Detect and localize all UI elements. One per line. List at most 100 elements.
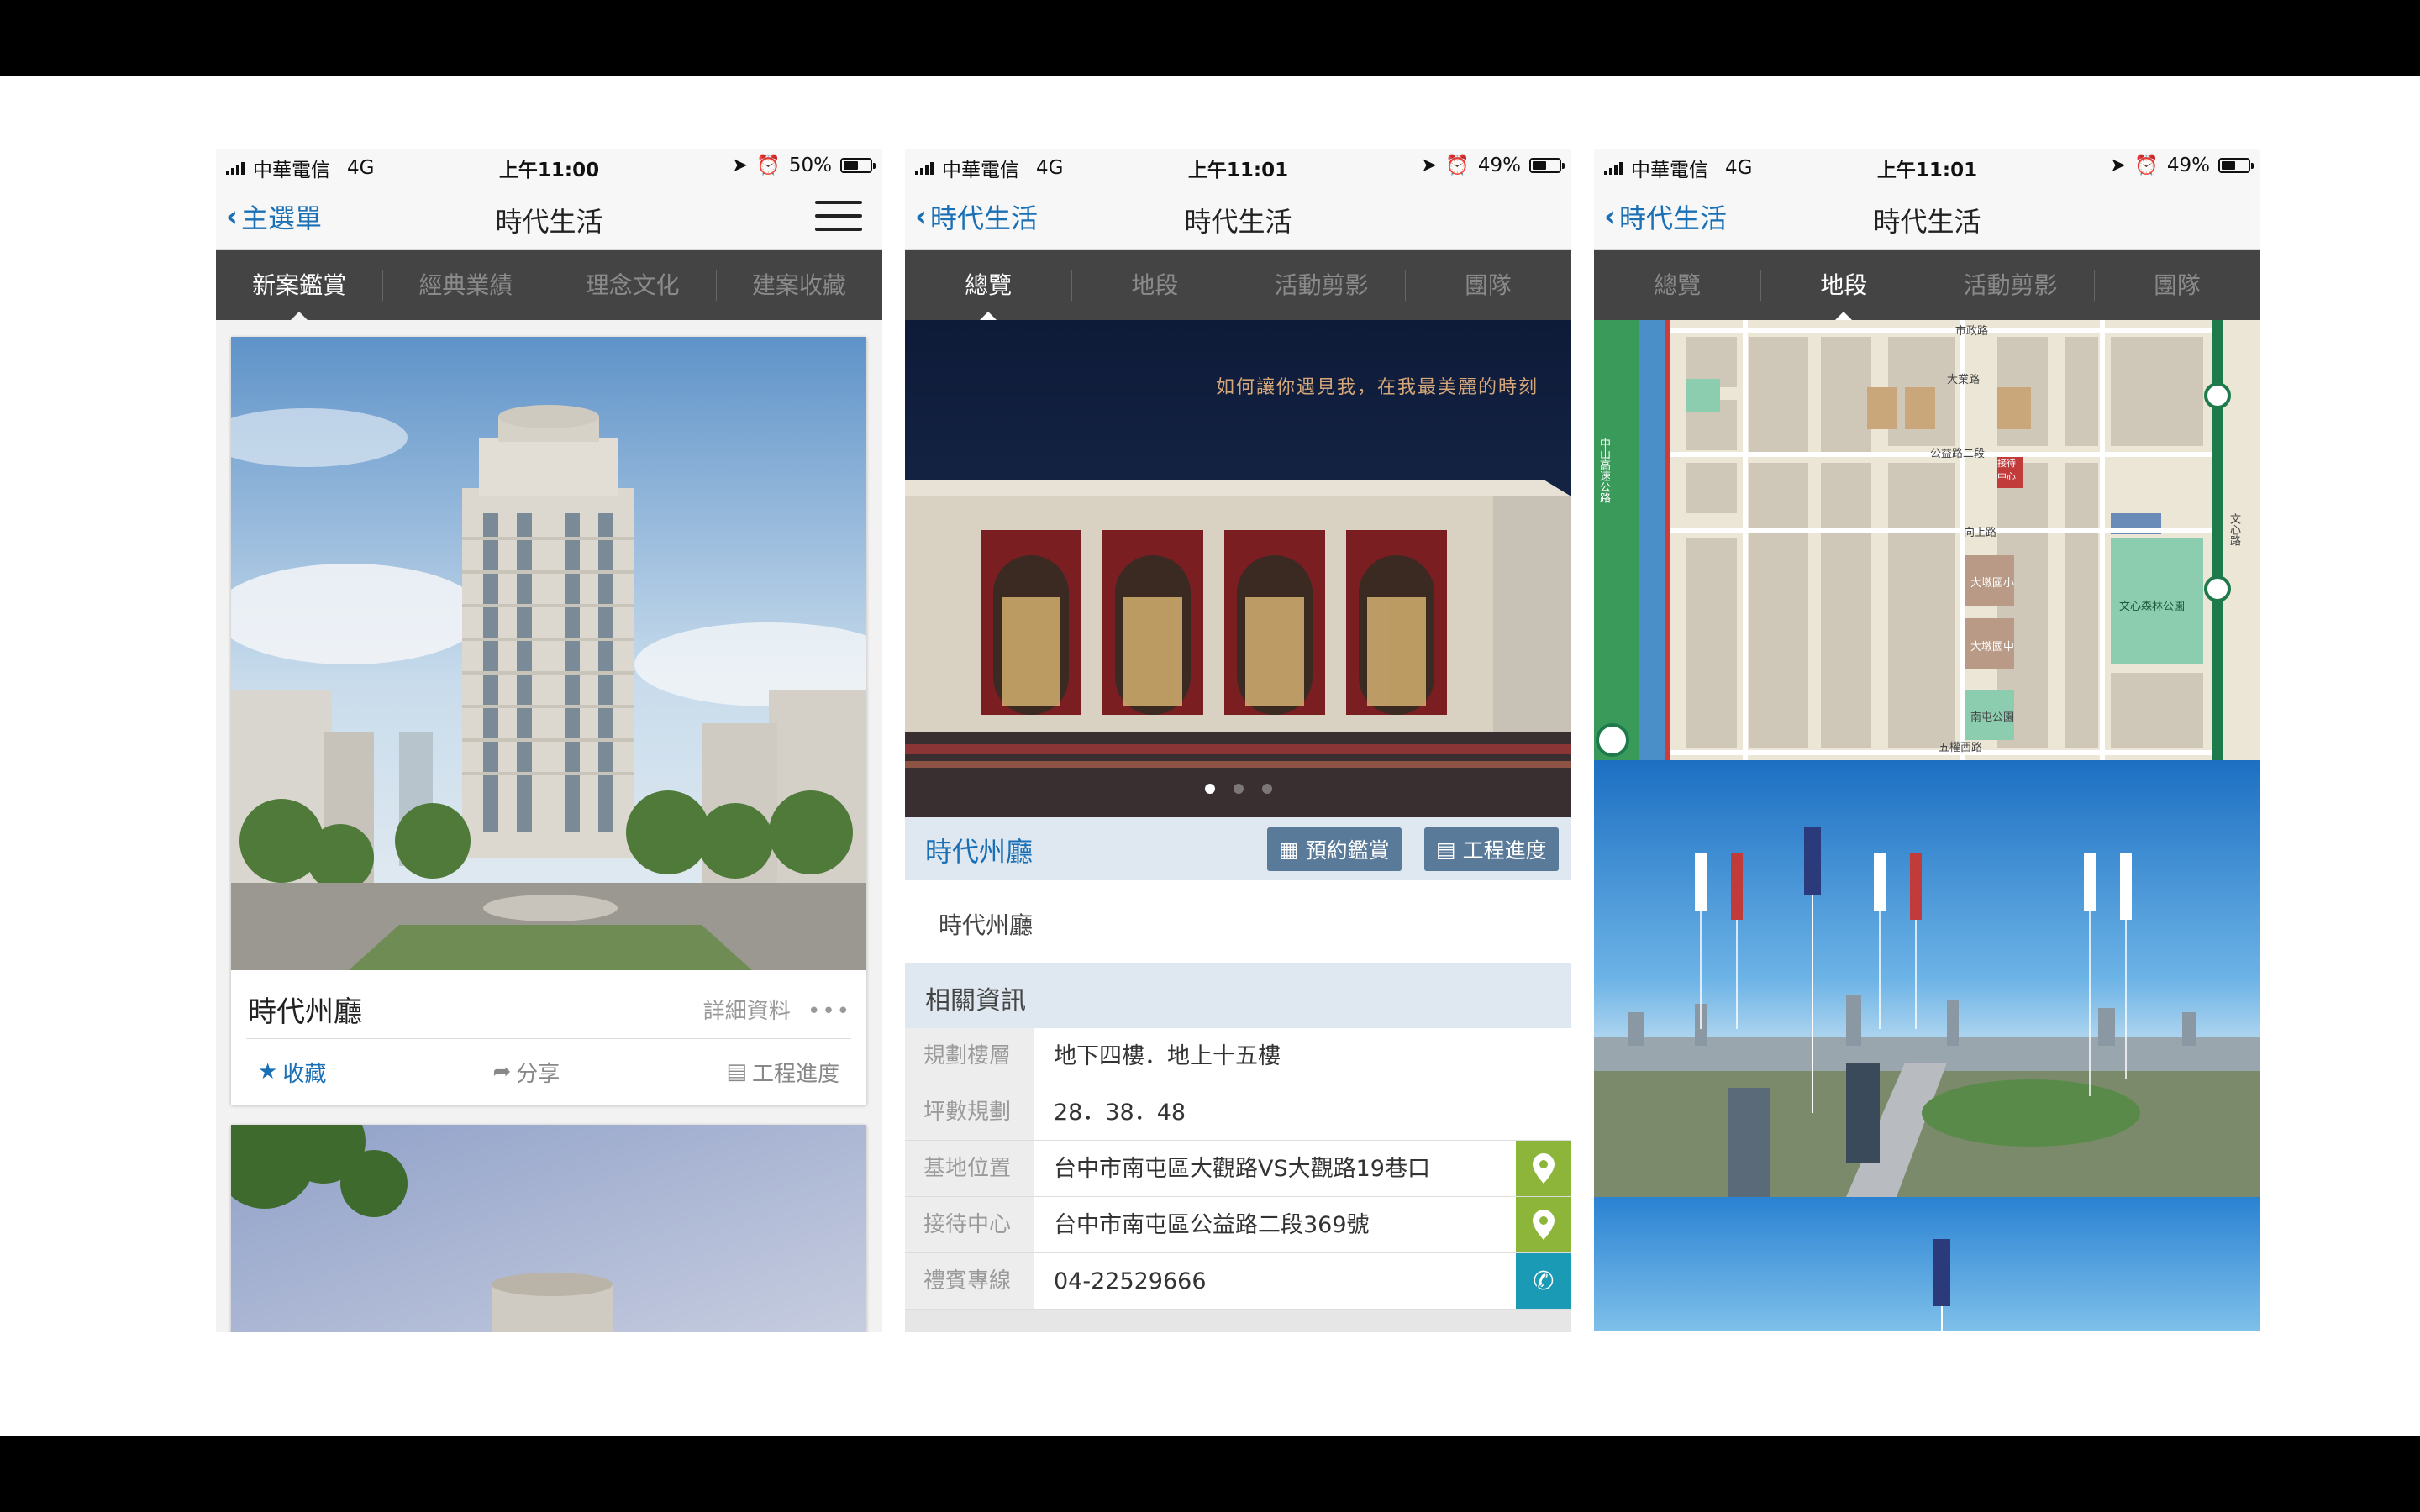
- back-button[interactable]: ‹ 時代生活: [915, 197, 1038, 236]
- info-key: 禮賓專線: [905, 1253, 1034, 1309]
- share-label: 分享: [516, 1061, 560, 1087]
- phone-screen-location: 中華電信 4G 上午11:01 ➤ ⏰ 49% ‹ 時代生活 時代生活 總覽 地…: [1594, 149, 2260, 1332]
- project-subtitle-row: 時代州廳: [905, 880, 1571, 963]
- battery-icon: [840, 157, 876, 173]
- aerial-view-image[interactable]: [1594, 760, 2260, 1197]
- info-row-phone: 禮賓專線 04-22529666 ✆: [905, 1253, 1571, 1310]
- status-bar: 中華電信 4G 上午11:01 ➤ ⏰ 49%: [1594, 149, 2260, 182]
- menu-icon[interactable]: [815, 201, 862, 231]
- chevron-left-icon: ‹: [1604, 200, 1617, 234]
- map-pin-icon: [1533, 1210, 1555, 1240]
- tab-events[interactable]: 活動剪影: [1238, 250, 1405, 320]
- map-park-label: 南屯公園: [1970, 711, 2015, 724]
- details-link[interactable]: 詳細資料 •••: [703, 994, 851, 1025]
- back-button[interactable]: ‹ 時代生活: [1604, 197, 1727, 236]
- phone-screen-overview: 中華電信 4G 上午11:01 ➤ ⏰ 49% ‹ 時代生活 時代生活 總覽 地…: [905, 149, 1571, 1332]
- tab-overview[interactable]: 總覽: [905, 250, 1071, 320]
- back-button[interactable]: ‹ 主選單: [226, 197, 322, 236]
- project-header: 時代州廳 ▦ 預約鑑賞 ▤ 工程進度: [905, 817, 1571, 880]
- map-highway-label: 中山高速公路: [1597, 438, 1610, 503]
- tab-location[interactable]: 地段: [1760, 250, 1927, 320]
- progress-label: 工程進度: [1462, 838, 1547, 863]
- share-arrow-icon: ➦: [492, 1059, 512, 1084]
- more-dots-icon: •••: [807, 999, 851, 1024]
- tab-bar: 新案鑑賞 經典業績 理念文化 建案收藏: [216, 250, 882, 320]
- card-title-row: 時代州廳 詳細資料 •••: [246, 970, 851, 1039]
- info-row-floors: 規劃樓層 地下四樓．地上十五樓: [905, 1028, 1571, 1084]
- map-pin-button[interactable]: [1516, 1197, 1571, 1252]
- map-road-label: 五權西路: [1939, 742, 1983, 754]
- tab-location[interactable]: 地段: [1071, 250, 1238, 320]
- alarm-icon: ⏰: [756, 155, 781, 176]
- info-key: 規劃樓層: [905, 1028, 1034, 1084]
- nav-bar: ‹ 時代生活 時代生活: [905, 182, 1571, 250]
- reserve-viewing-button[interactable]: ▦ 預約鑑賞: [1267, 827, 1402, 871]
- nav-bar: ‹ 主選單 時代生活: [216, 182, 882, 250]
- status-bar: 中華電信 4G 上午11:00 ➤ ⏰ 50%: [216, 149, 882, 182]
- info-value: 台中市南屯區公益路二段369號: [1054, 1212, 1370, 1238]
- tab-new-projects[interactable]: 新案鑑賞: [216, 250, 382, 320]
- carousel-dot[interactable]: [1233, 784, 1244, 794]
- map-road-label: 文心路: [2228, 513, 2240, 546]
- footer-spacer: [905, 1310, 1571, 1332]
- project-image[interactable]: [231, 337, 866, 970]
- info-key: 坪數規劃: [905, 1084, 1034, 1140]
- tab-team[interactable]: 團隊: [2093, 250, 2260, 320]
- aerial-view-image-2[interactable]: [1594, 1197, 2260, 1331]
- chevron-left-icon: ‹: [226, 200, 239, 234]
- favorite-label: 收藏: [282, 1061, 327, 1087]
- tab-bar: 總覽 地段 活動剪影 團隊: [905, 250, 1571, 320]
- tab-events[interactable]: 活動剪影: [1927, 250, 2094, 320]
- back-label: 主選單: [241, 202, 323, 234]
- favorite-button[interactable]: ★ 收藏: [258, 1057, 326, 1088]
- call-button[interactable]: ✆: [1516, 1253, 1571, 1309]
- info-value: 地下四樓．地上十五樓: [1054, 1043, 1281, 1069]
- battery-percent: 50%: [788, 154, 832, 176]
- nav-bar: ‹ 時代生活 時代生活: [1594, 182, 2260, 250]
- project-card-2[interactable]: [231, 1125, 866, 1332]
- back-label: 時代生活: [1619, 202, 1728, 234]
- map-receiving-label: 接待中心: [1997, 458, 2016, 482]
- location-icon: ➤: [2109, 154, 2127, 176]
- reserve-label: 預約鑑賞: [1305, 838, 1390, 863]
- info-value: 28．38．48: [1054, 1100, 1186, 1126]
- carousel-dots: [905, 784, 1571, 794]
- progress-button[interactable]: ▤ 工程進度: [726, 1057, 839, 1088]
- battery-percent: 49%: [1477, 154, 1521, 176]
- carousel-dot[interactable]: [1261, 784, 1272, 794]
- tab-classic-works[interactable]: 經典業績: [382, 250, 549, 320]
- photo-carousel[interactable]: 如何讓你遇見我，在我最美麗的時刻: [905, 320, 1571, 817]
- tab-philosophy[interactable]: 理念文化: [549, 250, 716, 320]
- map-road-label: 市政路: [1955, 325, 1989, 338]
- details-label: 詳細資料: [702, 999, 791, 1024]
- share-button[interactable]: ➦ 分享: [492, 1057, 560, 1088]
- project-title: 時代州廳: [248, 995, 362, 1029]
- letterbox-bottom: [0, 1436, 2420, 1512]
- phone-icon: ✆: [1533, 1266, 1555, 1296]
- tab-team[interactable]: 團隊: [1404, 250, 1571, 320]
- tab-overview[interactable]: 總覽: [1594, 250, 1760, 320]
- star-icon: ★: [258, 1059, 278, 1084]
- location-icon: ➤: [1420, 154, 1438, 176]
- project-card: 時代州廳 詳細資料 ••• ★ 收藏 ➦ 分享 ▤ 工程進度: [231, 337, 866, 1105]
- info-value: 台中市南屯區大觀路VS大觀路19巷口: [1054, 1156, 1430, 1182]
- map-pin-button[interactable]: [1516, 1141, 1571, 1196]
- carousel-dot[interactable]: [1204, 784, 1215, 794]
- project-subtitle: 時代州廳: [939, 911, 1034, 939]
- location-icon: ➤: [731, 154, 749, 176]
- info-row-sizes: 坪數規劃 28．38．48: [905, 1084, 1571, 1141]
- map-park-label: 文心森林公園: [2119, 601, 2186, 613]
- chevron-left-icon: ‹: [915, 200, 928, 234]
- back-label: 時代生活: [930, 202, 1039, 234]
- battery-icon: [2218, 157, 2254, 173]
- location-map[interactable]: 市政路 大業路 公益路二段 向上路 五權西路 文心森林公園 大墩國小 大墩國中 …: [1594, 320, 2260, 760]
- tab-saved-projects[interactable]: 建案收藏: [715, 250, 882, 320]
- map-pin-icon: [1533, 1153, 1555, 1184]
- battery-percent: 49%: [2166, 154, 2210, 176]
- banner-caption: 如何讓你遇見我，在我最美麗的時刻: [1216, 377, 1539, 398]
- info-key: 接待中心: [905, 1197, 1034, 1252]
- map-school-label: 大墩國小: [1970, 577, 2015, 590]
- info-row-site: 基地位置 台中市南屯區大觀路VS大觀路19巷口: [905, 1141, 1571, 1197]
- card-actions: ★ 收藏 ➦ 分享 ▤ 工程進度: [231, 1039, 866, 1105]
- construction-progress-button[interactable]: ▤ 工程進度: [1424, 827, 1559, 871]
